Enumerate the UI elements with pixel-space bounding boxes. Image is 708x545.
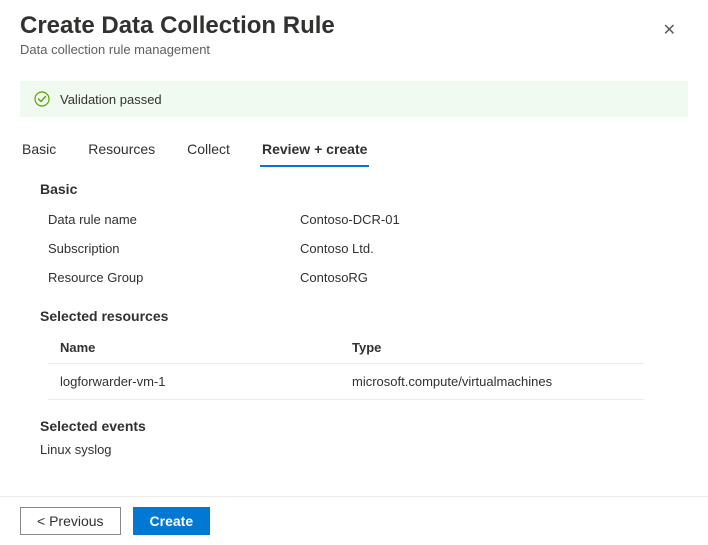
close-icon: ✕ — [663, 22, 676, 39]
tab-resources[interactable]: Resources — [86, 135, 157, 167]
wizard-footer: < Previous Create — [0, 496, 708, 545]
resources-table: Name Type logforwarder-vm-1 microsoft.co… — [48, 332, 644, 400]
table-row: logforwarder-vm-1 microsoft.compute/virt… — [48, 363, 644, 400]
column-header-type: Type — [352, 340, 632, 355]
section-heading-resources: Selected resources — [40, 308, 688, 324]
property-label: Resource Group — [48, 270, 300, 285]
check-circle-icon — [34, 91, 50, 107]
tab-review-create[interactable]: Review + create — [260, 135, 369, 167]
previous-button[interactable]: < Previous — [20, 507, 121, 535]
panel-header: Create Data Collection Rule Data collect… — [0, 0, 708, 65]
property-value: Contoso-DCR-01 — [300, 212, 400, 227]
close-button[interactable]: ✕ — [655, 16, 684, 44]
tab-basic[interactable]: Basic — [20, 135, 58, 167]
property-row: Resource Group ContosoRG — [48, 263, 688, 292]
section-heading-events: Selected events — [40, 418, 688, 434]
tab-collect[interactable]: Collect — [185, 135, 232, 167]
property-value: Contoso Ltd. — [300, 241, 374, 256]
validation-banner: Validation passed — [20, 81, 688, 117]
property-value: ContosoRG — [300, 270, 368, 285]
basic-properties: Data rule name Contoso-DCR-01 Subscripti… — [40, 205, 688, 292]
property-row: Data rule name Contoso-DCR-01 — [48, 205, 688, 234]
resource-type-cell: microsoft.compute/virtualmachines — [352, 374, 632, 389]
create-button[interactable]: Create — [133, 507, 211, 535]
table-header: Name Type — [48, 332, 644, 363]
property-row: Subscription Contoso Ltd. — [48, 234, 688, 263]
column-header-name: Name — [60, 340, 352, 355]
resource-name-cell: logforwarder-vm-1 — [60, 374, 352, 389]
wizard-tabs: Basic Resources Collect Review + create — [0, 129, 708, 167]
property-label: Data rule name — [48, 212, 300, 227]
property-label: Subscription — [48, 241, 300, 256]
review-content: Basic Data rule name Contoso-DCR-01 Subs… — [0, 167, 708, 457]
section-heading-basic: Basic — [40, 181, 688, 197]
page-subtitle: Data collection rule management — [20, 42, 655, 57]
page-title: Create Data Collection Rule — [20, 12, 655, 40]
events-body: Linux syslog — [40, 442, 688, 457]
validation-message: Validation passed — [60, 92, 162, 107]
